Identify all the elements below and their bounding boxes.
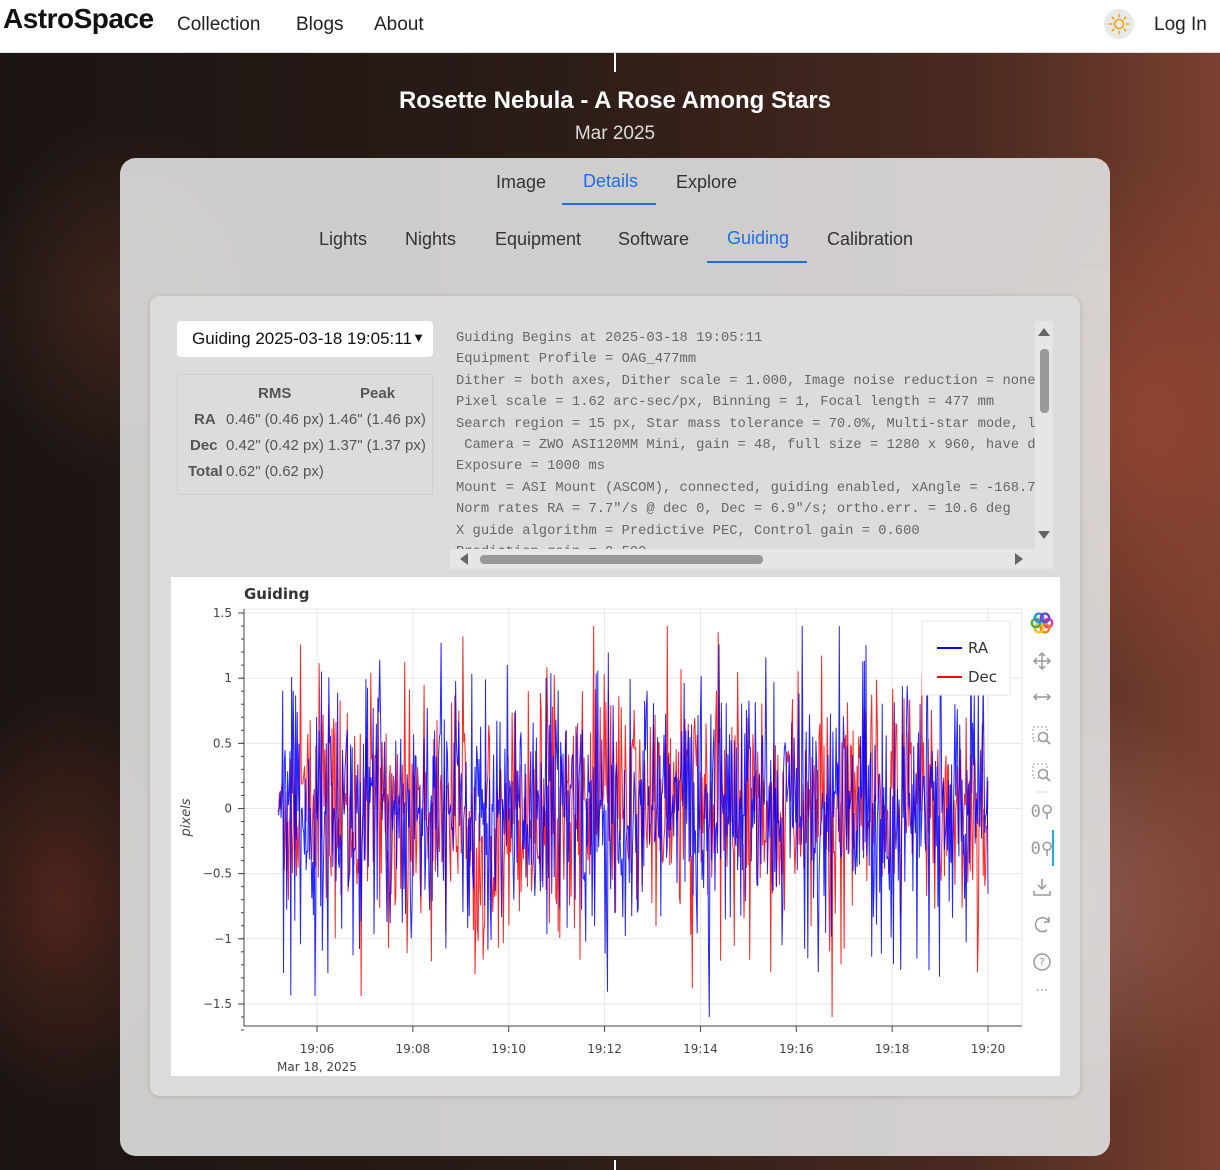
guiding-log-text: Guiding Begins at 2025-03-18 19:05:11 Eq… (456, 331, 1036, 560)
stats-row-label: Dec (190, 437, 218, 454)
tab-details[interactable]: Details (583, 171, 638, 192)
tab-image[interactable]: Image (496, 172, 546, 193)
brand-logo[interactable]: AstroSpace (3, 3, 154, 35)
log-vertical-scroll-thumb[interactable] (1040, 349, 1049, 413)
tab-equipment[interactable]: Equipment (495, 229, 581, 250)
nav-link-collection[interactable]: Collection (177, 14, 260, 36)
stats-header-rms: RMS (258, 385, 292, 402)
help-icon[interactable]: ? (1033, 953, 1051, 971)
guiding-chart[interactable]: Guiding 1.5 1 0.5 0 −0.5 −1 −1.5 19:06 19:08 19:10… (171, 577, 1060, 1076)
stats-row-label: RA (194, 411, 216, 428)
stats-ra-rms: 0.46" (0.46 px) (226, 411, 324, 428)
dropdown-arrow-icon: ▼ (412, 330, 425, 345)
xpan-icon[interactable] (1032, 693, 1052, 701)
detail-tabs: Lights Nights Equipment Software Guiding… (120, 206, 1110, 265)
divider-line-bottom (614, 1160, 616, 1170)
nav-link-about[interactable]: About (374, 14, 424, 36)
bokeh-logo-icon[interactable] (1030, 612, 1054, 634)
tab-guiding-underline (707, 261, 807, 263)
y-tick-label: 0 (224, 801, 232, 815)
tab-details-underline (562, 203, 656, 205)
more-icon[interactable]: ··· (1036, 984, 1048, 999)
chart-title: Guiding (244, 585, 309, 603)
x-tick-label: 19:08 (396, 1042, 431, 1056)
sun-icon (1108, 13, 1130, 35)
tab-calibration[interactable]: Calibration (827, 229, 913, 250)
tab-nights[interactable]: Nights (405, 229, 456, 250)
x-tick-label: 19:10 (491, 1042, 526, 1056)
log-horizontal-scroll-thumb[interactable] (480, 555, 763, 564)
scroll-left-icon[interactable] (460, 553, 468, 565)
save-icon[interactable] (1033, 879, 1051, 896)
stats-header-peak: Peak (360, 385, 396, 402)
divider-line-top (614, 53, 616, 72)
box-zoom-icon[interactable] (1032, 726, 1051, 745)
scroll-down-icon[interactable] (1038, 531, 1050, 539)
tab-guiding[interactable]: Guiding (727, 228, 789, 249)
guiding-stats-table: RMS Peak RA 0.46" (0.46 px) 1.46" (1.46 … (177, 374, 433, 495)
pan-icon[interactable] (1032, 651, 1052, 671)
x-tick-label: 19:16 (779, 1042, 814, 1056)
svg-text:0⚲: 0⚲ (1031, 839, 1054, 859)
stats-row-label: Total (188, 463, 223, 480)
x-tick-label: 19:12 (587, 1042, 622, 1056)
tab-software[interactable]: Software (618, 229, 689, 250)
reset-icon[interactable] (1034, 916, 1050, 933)
page-date: Mar 2025 (574, 123, 656, 144)
page-title: Rosette Nebula - A Rose Among Stars (398, 87, 832, 114)
legend-label-dec: Dec (968, 668, 997, 686)
y-tick-label: 0.5 (213, 736, 232, 750)
stats-total-rms: 0.62" (0.62 px) (226, 463, 324, 480)
guiding-session-select[interactable]: Guiding 2025-03-18 19:05:11 ▼ (177, 321, 433, 357)
svg-text:0⚲: 0⚲ (1031, 802, 1054, 822)
y-tick-label: −1 (214, 932, 232, 946)
y-tick-label: 1.5 (213, 606, 232, 620)
scroll-up-icon[interactable] (1038, 328, 1050, 336)
wheel-zoom-x-icon[interactable]: 0⚲ (1031, 830, 1054, 866)
y-tick-label: −0.5 (203, 867, 232, 881)
top-navbar: AstroSpace Collection Blogs About Log In (0, 0, 1220, 53)
stats-ra-peak: 1.46" (1.46 px) (328, 411, 426, 428)
x-tick-label: 19:18 (875, 1042, 910, 1056)
stats-dec-rms: 0.42" (0.42 px) (226, 437, 324, 454)
guiding-session-value: Guiding 2025-03-18 19:05:11 (192, 329, 412, 348)
login-link[interactable]: Log In (1154, 14, 1207, 36)
tab-lights[interactable]: Lights (319, 229, 367, 250)
y-tick-label: 1 (224, 671, 232, 685)
svg-text:···: ··· (1036, 984, 1048, 999)
x-date-label: Mar 18, 2025 (277, 1060, 357, 1074)
x-tick-label: 19:20 (971, 1042, 1006, 1056)
x-tick-label: 19:14 (683, 1042, 718, 1056)
guiding-log-viewer[interactable]: Guiding Begins at 2025-03-18 19:05:11 Eq… (450, 321, 1053, 569)
guiding-chart-svg: Guiding 1.5 1 0.5 0 −0.5 −1 −1.5 19:06 19:08 19:10… (179, 585, 1054, 1074)
theme-toggle-button[interactable] (1104, 9, 1134, 39)
y-tick-label: −1.5 (203, 997, 232, 1011)
svg-text:?: ? (1039, 956, 1045, 969)
scroll-right-icon[interactable] (1015, 553, 1023, 565)
wheel-zoom-icon[interactable]: 0⚲ (1031, 802, 1054, 822)
y-axis-label: pixels (179, 798, 194, 837)
stats-dec-peak: 1.37" (1.37 px) (328, 437, 426, 454)
x-tick-label: 19:06 (300, 1042, 335, 1056)
main-tabs: Image Details Explore (120, 158, 1110, 207)
legend-label-ra: RA (968, 639, 989, 657)
zoom-in-icon[interactable] (1032, 763, 1051, 782)
tab-explore[interactable]: Explore (676, 172, 737, 193)
nav-link-blogs[interactable]: Blogs (296, 14, 344, 36)
